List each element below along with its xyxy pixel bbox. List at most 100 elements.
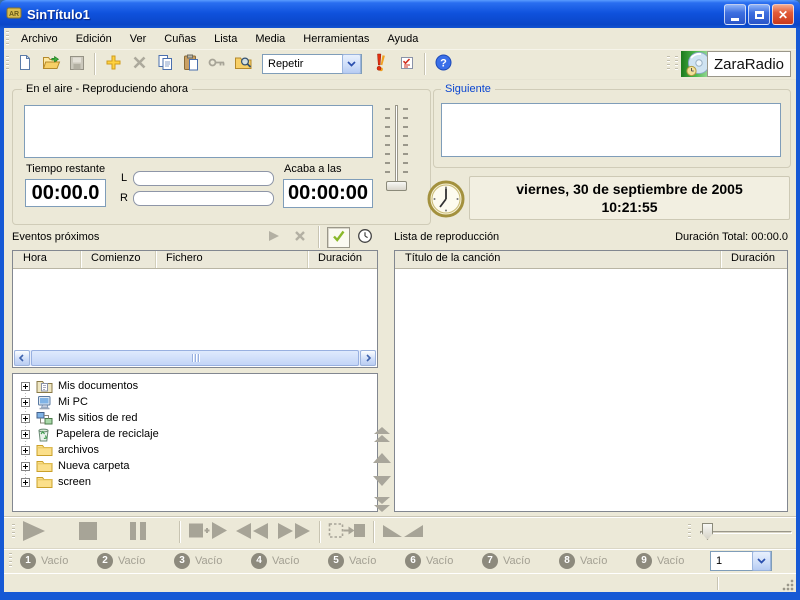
repeat-mode-combo[interactable]: Repetir (262, 54, 362, 74)
expand-icon[interactable] (21, 414, 30, 423)
cart-button-5[interactable]: 5Vacío (328, 552, 376, 569)
tp-rewind-button[interactable] (234, 522, 270, 543)
alert-button[interactable] (369, 51, 393, 77)
ev-delete-button[interactable] (288, 227, 311, 248)
help-button[interactable]: ? (431, 51, 455, 77)
svg-text:?: ? (440, 58, 447, 70)
combo-arrow-icon[interactable] (342, 54, 361, 74)
tree-item-mi-pc[interactable]: Mi PC (21, 394, 88, 410)
zararadio-logo-text: ZaraRadio (707, 51, 791, 77)
maximize-button[interactable] (748, 4, 770, 25)
close-button[interactable]: ✕ (772, 4, 794, 25)
move-up-button[interactable] (371, 451, 393, 467)
ev-clock-button[interactable] (353, 227, 376, 248)
cart-button-9[interactable]: 9Vacío (636, 552, 684, 569)
ev-play-button[interactable] (262, 227, 285, 248)
column-header-fichero[interactable]: Fichero (156, 251, 308, 268)
vu-meter-right (133, 191, 274, 206)
resize-grip[interactable] (782, 579, 794, 591)
cart-button-7[interactable]: 7Vacío (482, 552, 530, 569)
tp-pause-button[interactable] (129, 521, 147, 544)
menubar-gripper[interactable] (6, 31, 9, 47)
logo-gripper[interactable] (667, 56, 670, 72)
minimize-icon (731, 18, 739, 21)
transport-gripper[interactable] (12, 524, 15, 540)
tp-fast-forward-button[interactable] (276, 522, 312, 543)
menu-cunas[interactable]: Cuñas (155, 30, 205, 49)
master-volume-track[interactable] (700, 531, 792, 534)
column-header-duracion[interactable]: Duración (721, 251, 787, 268)
expand-icon[interactable] (21, 478, 30, 487)
toolbar-gripper[interactable] (6, 56, 9, 72)
tp-jump-button[interactable] (328, 521, 366, 544)
cart-button-1[interactable]: 1Vacío (20, 552, 68, 569)
combo-arrow-icon[interactable] (752, 551, 771, 571)
cart-button-8[interactable]: 8Vacío (559, 552, 607, 569)
copy-button[interactable] (153, 51, 177, 77)
expand-icon[interactable] (21, 382, 30, 391)
tree-item-screen[interactable]: screen (21, 474, 91, 490)
tp-stop-button[interactable] (78, 521, 98, 544)
find-folder-button[interactable] (231, 51, 255, 77)
move-top-button[interactable] (371, 428, 393, 444)
expand-icon[interactable] (21, 430, 30, 439)
key-button[interactable] (205, 51, 229, 77)
move-up-icon (372, 452, 392, 467)
expand-icon[interactable] (21, 446, 30, 455)
minimize-button[interactable] (724, 4, 746, 25)
onair-volume-slider-track[interactable] (395, 105, 398, 185)
cart-label: Vacío (349, 555, 376, 567)
cart-bank-combo[interactable]: 1 (710, 551, 772, 571)
logo-gripper[interactable] (675, 56, 678, 72)
master-volume-thumb[interactable] (702, 523, 713, 540)
tree-item-mis-documentos[interactable]: Mis documentos (21, 378, 138, 394)
add-item-button[interactable] (101, 51, 125, 77)
menu-lista[interactable]: Lista (205, 30, 246, 49)
scroll-right-button[interactable] (360, 350, 376, 366)
tree-item-mis-sitios-de-red[interactable]: Mis sitios de red (21, 410, 137, 426)
cart-gripper[interactable] (9, 553, 12, 569)
new-file-button[interactable] (13, 51, 37, 77)
tree-item-archivos[interactable]: archivos (21, 442, 99, 458)
ev-check-button[interactable] (327, 227, 350, 248)
cart-label: Vacío (657, 555, 684, 567)
report-button[interactable] (395, 51, 419, 77)
delete-item-button[interactable] (127, 51, 151, 77)
save-button[interactable] (65, 51, 89, 77)
expand-icon[interactable] (21, 462, 30, 471)
cart-label: Vacío (503, 555, 530, 567)
cart-button-6[interactable]: 6Vacío (405, 552, 453, 569)
paste-button[interactable] (179, 51, 203, 77)
column-header-titulo-de-la-cancion[interactable]: Título de la canción (395, 251, 721, 268)
titlebar: AR SinTítulo1 ✕ (0, 0, 800, 29)
clock-icon (427, 180, 465, 221)
tp-crossfade-button[interactable] (382, 523, 424, 542)
menu-herramientas[interactable]: Herramientas (294, 30, 378, 49)
scroll-left-button[interactable] (14, 350, 30, 366)
cart-button-3[interactable]: 3Vacío (174, 552, 222, 569)
move-bottom-button[interactable] (371, 497, 393, 513)
column-header-comienzo[interactable]: Comienzo (81, 251, 156, 268)
tree-item-nueva-carpeta[interactable]: Nueva carpeta (21, 458, 130, 474)
onair-volume-slider-thumb[interactable] (386, 181, 407, 191)
column-header-duracion[interactable]: Duración (308, 251, 377, 268)
scroll-thumb[interactable] (31, 350, 359, 366)
tree-item-papelera-de-reciclaje[interactable]: Papelera de reciclaje (21, 426, 159, 442)
cart-button-2[interactable]: 2Vacío (97, 552, 145, 569)
menu-ver[interactable]: Ver (121, 30, 156, 49)
expand-icon[interactable] (21, 398, 30, 407)
tp-stop-play-button[interactable] (188, 521, 228, 544)
cart-button-4[interactable]: 4Vacío (251, 552, 299, 569)
open-folder-button[interactable] (39, 51, 63, 77)
menu-archivo[interactable]: Archivo (12, 30, 67, 49)
column-header-hora[interactable]: Hora (13, 251, 81, 268)
menu-media[interactable]: Media (246, 30, 294, 49)
menu-edicion[interactable]: Edición (67, 30, 121, 49)
volume-gripper[interactable] (688, 524, 691, 540)
tp-play-icon (21, 520, 47, 545)
tp-play-button[interactable] (21, 520, 47, 545)
move-down-button[interactable] (371, 474, 393, 490)
statusbar (4, 573, 796, 593)
close-icon: ✕ (778, 8, 788, 22)
menu-ayuda[interactable]: Ayuda (378, 30, 427, 49)
